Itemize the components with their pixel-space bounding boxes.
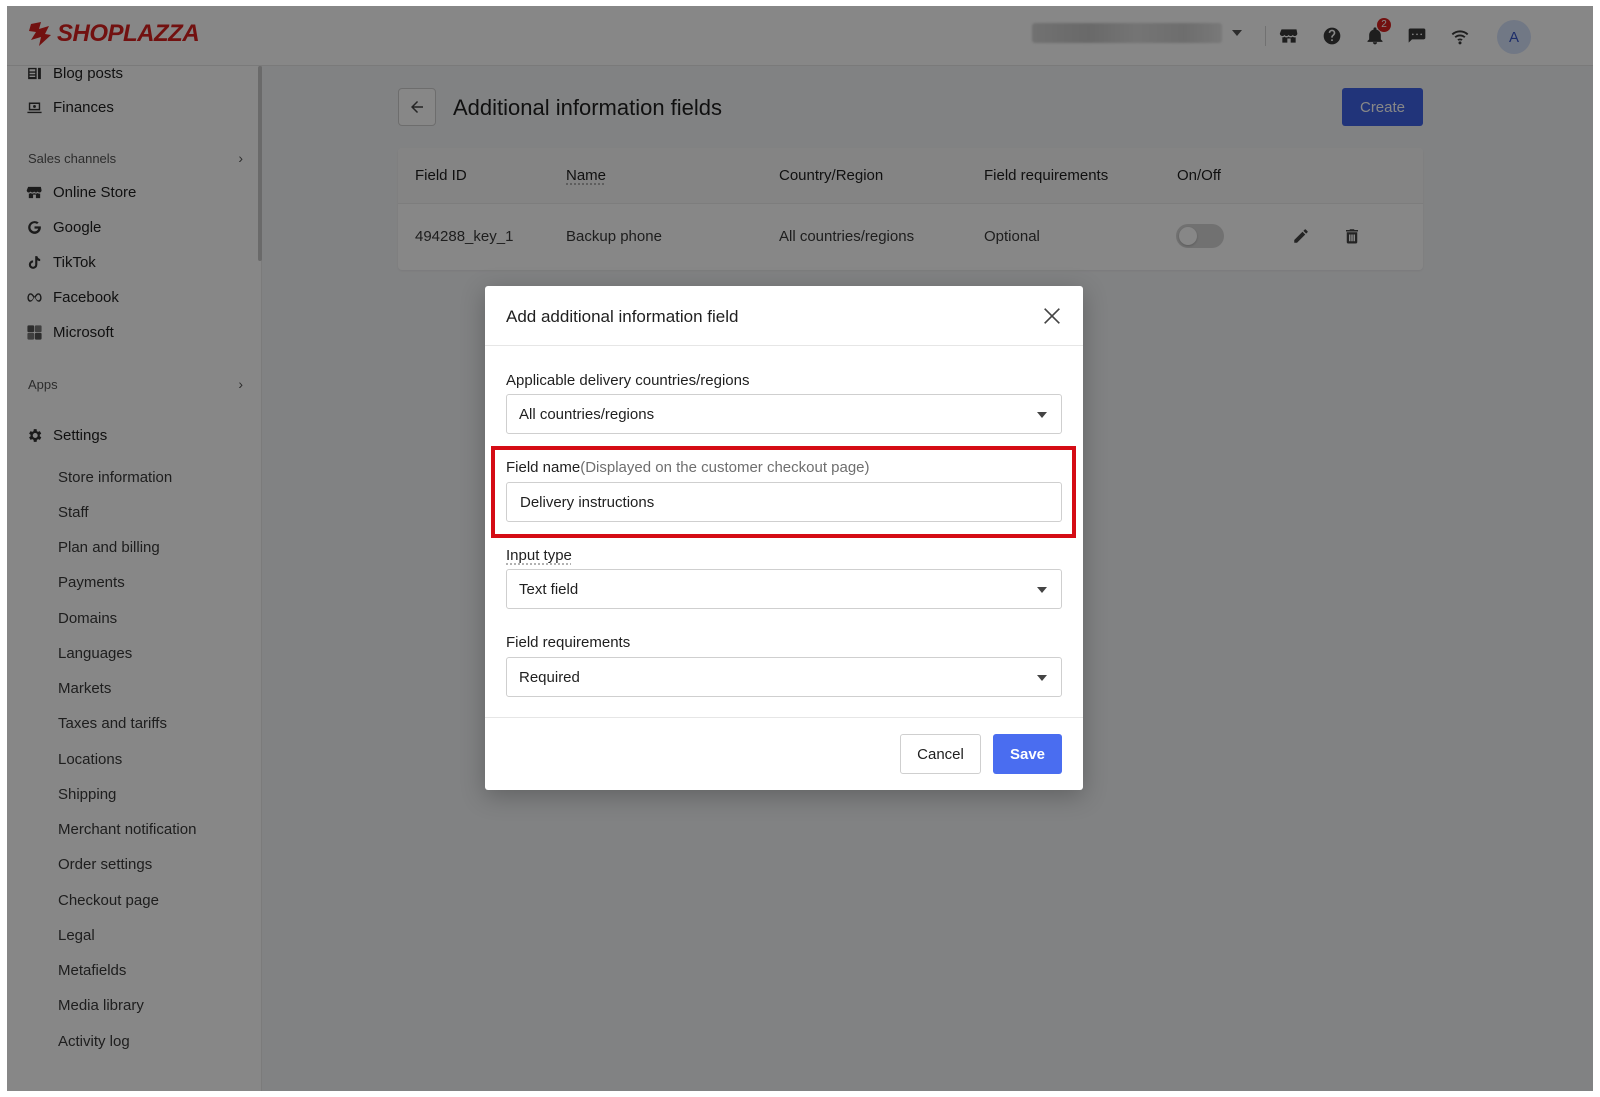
caret-down-icon (1037, 412, 1047, 418)
requirements-label: Field requirements (506, 634, 631, 651)
cancel-button[interactable]: Cancel (900, 734, 981, 774)
field-name-label-text: Field name (506, 459, 581, 476)
modal-title: Add additional information field (506, 307, 739, 326)
countries-select[interactable]: All countries/regions (506, 394, 1062, 434)
close-icon[interactable] (1041, 305, 1063, 327)
modal-header: Add additional information field (485, 286, 1083, 346)
field-name-hint: (Displayed on the customer checkout page… (580, 459, 870, 476)
input-type-select-value: Text field (519, 580, 579, 598)
field-name-input[interactable] (506, 482, 1062, 522)
caret-down-icon (1037, 587, 1047, 593)
app-window: SHOPLAZZA 2 A Blog posts Finances Sales … (7, 6, 1593, 1091)
input-type-select[interactable]: Text field (506, 569, 1062, 609)
input-type-label: Input type (506, 547, 572, 564)
add-field-modal: Add additional information field Applica… (485, 286, 1083, 790)
countries-select-value: All countries/regions (519, 405, 655, 423)
caret-down-icon (1037, 675, 1047, 681)
modal-footer: Cancel Save (485, 717, 1083, 790)
requirements-select-value: Required (519, 668, 580, 686)
field-name-label: Field name(Displayed on the customer che… (506, 459, 870, 476)
save-button[interactable]: Save (993, 734, 1062, 774)
countries-label: Applicable delivery countries/regions (506, 372, 750, 389)
requirements-select[interactable]: Required (506, 657, 1062, 697)
